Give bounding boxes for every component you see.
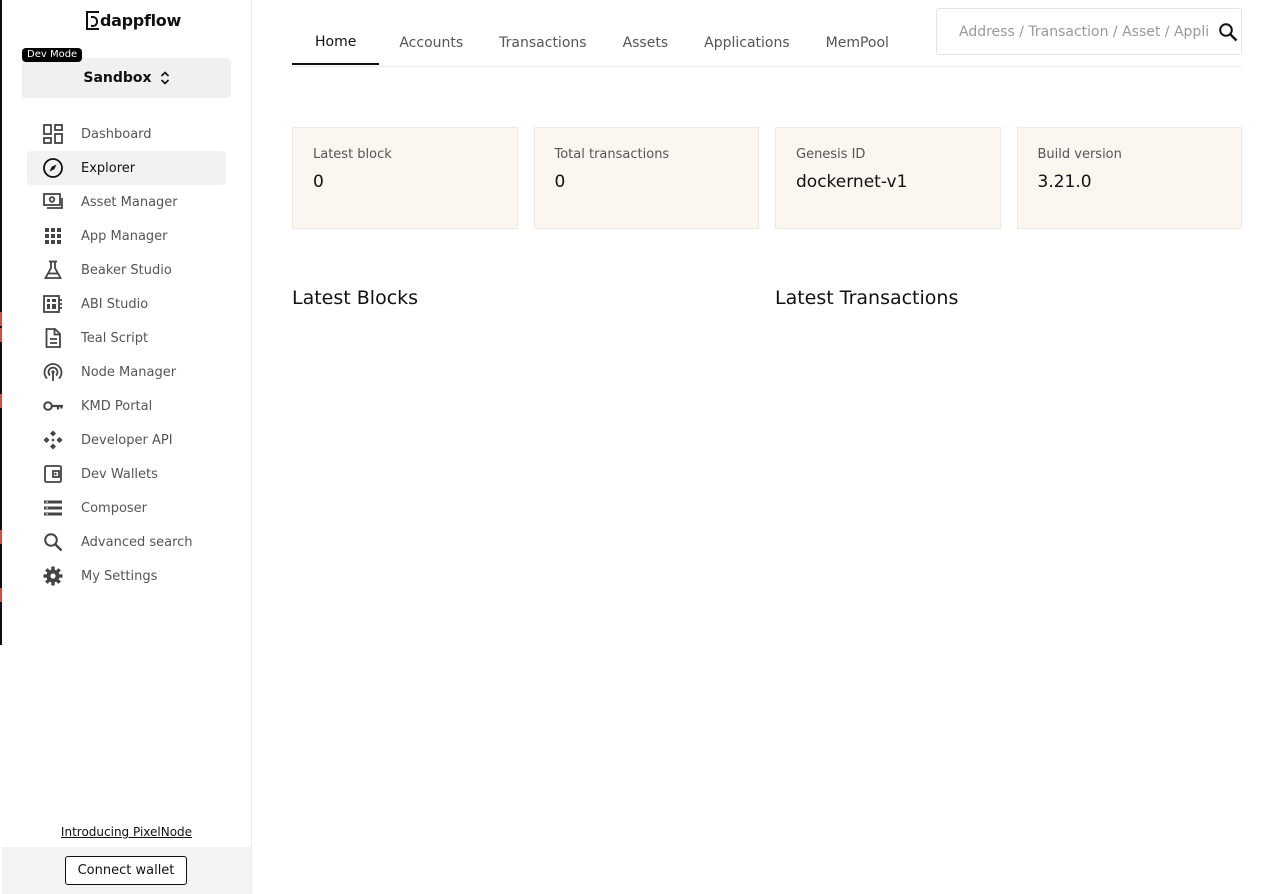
tab-home[interactable]: Home — [292, 20, 380, 65]
dashboard-icon — [42, 123, 64, 145]
sidebar-nav: Dashboard Explorer Asset Manager App Man… — [27, 117, 226, 593]
sidebar-item-label: ABI Studio — [81, 296, 149, 312]
logo-mark-icon — [86, 10, 99, 30]
stat-value: 0 — [554, 172, 566, 192]
connect-wallet-button[interactable]: Connect wallet — [65, 856, 187, 885]
search-icon[interactable] — [1217, 21, 1239, 43]
sidebar: dappflow Sandbox Dev Mode Dashboard Expl… — [2, 0, 252, 894]
list-icon — [42, 497, 64, 519]
sidebar-item-composer[interactable]: Composer — [27, 491, 226, 525]
abi-icon — [42, 293, 64, 315]
sidebar-item-app-manager[interactable]: App Manager — [27, 219, 226, 253]
stat-value: 0 — [313, 172, 324, 192]
gear-icon — [42, 565, 64, 587]
compass-icon — [42, 157, 64, 179]
sidebar-item-dashboard[interactable]: Dashboard — [27, 117, 226, 151]
introducing-pixelnode-link[interactable]: Introducing PixelNode — [2, 825, 251, 839]
latest-transactions-heading: Latest Transactions — [775, 287, 959, 309]
latest-blocks-heading: Latest Blocks — [292, 287, 419, 309]
search-icon — [42, 531, 64, 553]
stat-value: 3.21.0 — [1037, 172, 1092, 192]
logo-text: dappflow — [100, 10, 181, 30]
sidebar-item-label: Beaker Studio — [81, 262, 172, 278]
key-icon — [42, 395, 64, 417]
genesis-id-card: Genesis ID dockernet-v1 — [775, 127, 1001, 229]
wallet-icon — [42, 463, 64, 485]
document-icon — [42, 327, 64, 349]
build-version-card: Build version 3.21.0 — [1016, 127, 1242, 229]
sidebar-item-label: Node Manager — [81, 364, 177, 380]
sidebar-item-label: Advanced search — [81, 534, 193, 550]
sidebar-item-kmd-portal[interactable]: KMD Portal — [27, 389, 226, 423]
sidebar-item-advanced-search[interactable]: Advanced search — [27, 525, 226, 559]
explorer-tabs: Home Accounts Transactions Assets Applic… — [292, 20, 909, 66]
tab-applications[interactable]: Applications — [688, 20, 806, 65]
sidebar-item-label: Explorer — [81, 160, 136, 176]
apps-grid-icon — [42, 225, 64, 247]
latest-block-card: Latest block 0 — [292, 127, 518, 229]
tab-accounts[interactable]: Accounts — [383, 20, 479, 65]
total-transactions-card: Total transactions 0 — [533, 127, 759, 229]
sidebar-item-asset-manager[interactable]: Asset Manager — [27, 185, 226, 219]
stat-value: dockernet-v1 — [796, 172, 908, 192]
sidebar-item-explorer[interactable]: Explorer — [27, 151, 226, 185]
dev-mode-badge: Dev Mode — [22, 48, 83, 62]
sidebar-item-label: My Settings — [81, 568, 158, 584]
unfold-icon — [160, 71, 169, 85]
flask-icon — [42, 259, 64, 281]
node-icon — [42, 361, 64, 383]
tab-assets[interactable]: Assets — [607, 20, 685, 65]
sidebar-item-teal-script[interactable]: Teal Script — [27, 321, 226, 355]
sidebar-item-label: App Manager — [81, 228, 168, 244]
stats-cards: Latest block 0 Total transactions 0 Gene… — [292, 127, 1242, 229]
sidebar-item-label: KMD Portal — [81, 398, 153, 414]
tab-mempool[interactable]: MemPool — [810, 20, 905, 65]
app-logo[interactable]: dappflow — [86, 9, 181, 31]
sidebar-item-dev-wallets[interactable]: Dev Wallets — [27, 457, 226, 491]
sidebar-item-node-manager[interactable]: Node Manager — [27, 355, 226, 389]
tabs-divider — [292, 66, 1242, 67]
stat-label: Genesis ID — [796, 147, 866, 162]
network-name: Sandbox — [83, 70, 152, 86]
wallet-bar: Connect wallet — [2, 847, 251, 894]
sidebar-item-label: Teal Script — [81, 330, 149, 346]
sidebar-item-developer-api[interactable]: Developer API — [27, 423, 226, 457]
search-box — [936, 8, 1242, 55]
sidebar-item-beaker-studio[interactable]: Beaker Studio — [27, 253, 226, 287]
sidebar-item-abi-studio[interactable]: ABI Studio — [27, 287, 226, 321]
asset-icon — [42, 191, 64, 213]
stat-label: Build version — [1037, 147, 1122, 162]
sidebar-item-label: Developer API — [81, 432, 173, 448]
sidebar-item-label: Dev Wallets — [81, 466, 158, 482]
network-selector[interactable]: Sandbox — [22, 58, 231, 98]
stat-label: Latest block — [313, 147, 392, 162]
sidebar-item-label: Asset Manager — [81, 194, 178, 210]
sidebar-item-label: Composer — [81, 500, 148, 516]
stat-label: Total transactions — [554, 147, 670, 162]
sidebar-item-label: Dashboard — [81, 126, 152, 142]
sidebar-item-my-settings[interactable]: My Settings — [27, 559, 226, 593]
api-icon — [42, 429, 64, 451]
search-input[interactable] — [957, 22, 1211, 41]
tab-transactions[interactable]: Transactions — [483, 20, 602, 65]
